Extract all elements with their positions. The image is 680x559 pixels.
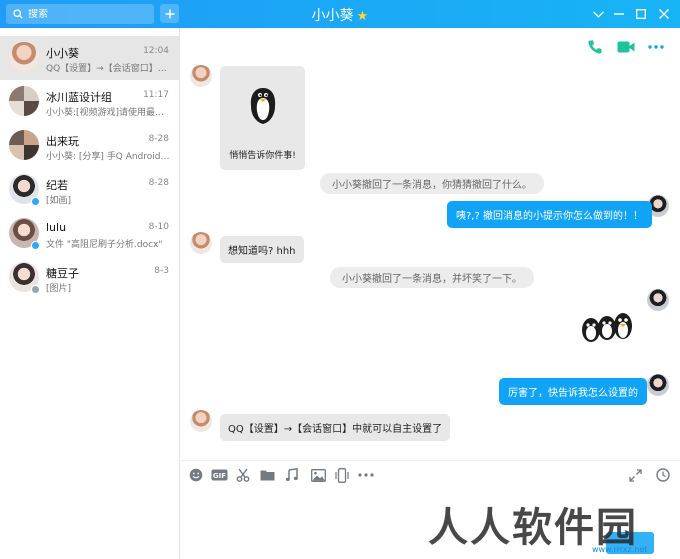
- contact-time: 8-28: [148, 134, 169, 144]
- star-icon: ★: [356, 9, 369, 24]
- contact-time: 11:17: [143, 90, 169, 100]
- contact-item[interactable]: 纪若 8-28 [如画]: [0, 168, 179, 212]
- contact-item[interactable]: 冰川蓝设计组 11:17 小小葵:[视频游戏]请使用最新…: [0, 80, 179, 124]
- expand-icon: [628, 468, 642, 482]
- more-tools-button[interactable]: [357, 467, 375, 483]
- contact-list: 小小葵 12:04 QQ【设置】→【会话窗口】中… 冰川蓝设计组 11:17 小…: [0, 28, 180, 559]
- message-bubble: QQ【设置】→【会话窗口】中就可以自主设置了: [220, 414, 451, 441]
- contact-name: 纪若: [46, 179, 68, 192]
- contact-item[interactable]: 糖豆子 8-3 [图片]: [0, 256, 179, 300]
- system-message: 小小葵撤回了一条消息，你猜猜撤回了什么。: [320, 173, 544, 194]
- contact-time: 8-10: [148, 222, 169, 232]
- more-icon: [648, 45, 664, 49]
- contact-time: 12:04: [143, 46, 169, 56]
- chevron-down-icon: [592, 10, 604, 18]
- phone-shake-icon: [335, 467, 349, 483]
- online-status-icon: [31, 197, 40, 206]
- contact-preview: [如画]: [46, 196, 72, 206]
- expand-button[interactable]: [626, 467, 644, 483]
- away-status-icon: [31, 285, 40, 294]
- music-button[interactable]: [283, 467, 301, 483]
- contact-name: 糖豆子: [46, 267, 79, 280]
- clock-icon: [656, 468, 670, 482]
- maximize-button[interactable]: [632, 5, 650, 23]
- image-button[interactable]: [309, 467, 327, 483]
- contact-item[interactable]: lulu 8-10 文件 "高阻尼刷子分析.docx": [0, 212, 179, 256]
- minimize-icon: [614, 13, 624, 15]
- contact-time: 8-28: [148, 178, 169, 188]
- avatar: [190, 410, 212, 432]
- avatar: [190, 232, 212, 254]
- avatar: [647, 289, 669, 311]
- gif-icon: GIF: [211, 469, 227, 481]
- contact-name: 小小葵: [46, 47, 79, 60]
- title-bar: 小小葵★: [0, 0, 680, 28]
- history-button[interactable]: [654, 467, 672, 483]
- watermark-url: www.rrrxz.net: [592, 545, 648, 554]
- contact-item[interactable]: 出来玩 8-28 小小葵: [分享] 手Q Android版…: [0, 124, 179, 168]
- penguin-sticker-icon: [582, 313, 632, 342]
- music-note-icon: [285, 468, 298, 481]
- plus-icon: [165, 9, 174, 18]
- contact-preview: 小小葵:[视频游戏]请使用最新…: [46, 108, 170, 118]
- more-button[interactable]: [646, 38, 666, 56]
- maximize-icon: [636, 9, 646, 19]
- window-title: 小小葵 ★: [180, 5, 500, 25]
- contact-preview: [图片]: [46, 284, 72, 294]
- image-icon: [310, 468, 326, 482]
- emoji-icon: [189, 468, 203, 482]
- emoji-button[interactable]: [187, 467, 205, 483]
- close-icon: [659, 9, 669, 19]
- more-icon: [358, 473, 374, 477]
- contact-preview: 小小葵: [分享] 手Q Android版…: [46, 152, 170, 162]
- avatar: [190, 65, 212, 87]
- contact-item[interactable]: 小小葵 12:04 QQ【设置】→【会话窗口】中…: [0, 36, 179, 80]
- contact-preview: 文件 "高阻尼刷子分析.docx": [46, 240, 163, 250]
- search-box[interactable]: [6, 4, 154, 24]
- avatar: [9, 42, 39, 72]
- video-call-button[interactable]: [616, 38, 636, 56]
- online-status-icon: [31, 241, 40, 250]
- minimize-button[interactable]: [610, 5, 628, 23]
- folder-icon: [260, 470, 274, 481]
- card-message[interactable]: 悄悄告诉你件事!: [220, 66, 305, 170]
- avatar: [9, 86, 39, 116]
- contact-name: lulu: [46, 221, 67, 234]
- gif-button[interactable]: GIF: [210, 467, 228, 483]
- shake-button[interactable]: [333, 467, 351, 483]
- add-button[interactable]: [160, 4, 179, 23]
- close-button[interactable]: [655, 5, 673, 23]
- phone-icon: [588, 40, 602, 54]
- penguin-icon: [250, 88, 276, 124]
- svg-text:GIF: GIF: [212, 472, 225, 480]
- system-message: 小小葵撤回了一条消息，并坏笑了一下。: [330, 267, 534, 288]
- avatar: [9, 130, 39, 160]
- contact-time: 8-3: [154, 266, 169, 276]
- message-bubble: 厉害了，快告诉我怎么设置的: [499, 378, 647, 405]
- window-title-text: 小小葵: [311, 8, 354, 24]
- contact-preview: QQ【设置】→【会话窗口】中…: [46, 64, 170, 74]
- card-text: 悄悄告诉你件事!: [229, 151, 296, 161]
- search-icon: [13, 9, 23, 19]
- scissors-icon: [236, 468, 250, 482]
- contact-name: 冰川蓝设计组: [46, 91, 112, 104]
- dropdown-button[interactable]: [589, 5, 607, 23]
- file-button[interactable]: [258, 467, 276, 483]
- voice-call-button[interactable]: [585, 38, 605, 56]
- message-bubble: 咦?,? 撤回消息的小提示你怎么做到的！！: [447, 201, 652, 228]
- contact-name: 出来玩: [46, 135, 79, 148]
- search-input[interactable]: [28, 8, 138, 20]
- divider: [181, 460, 680, 461]
- avatar: [647, 374, 669, 396]
- message-bubble: 想知道吗? hhh: [220, 236, 304, 263]
- video-camera-icon: [617, 41, 635, 53]
- screenshot-button[interactable]: [234, 467, 252, 483]
